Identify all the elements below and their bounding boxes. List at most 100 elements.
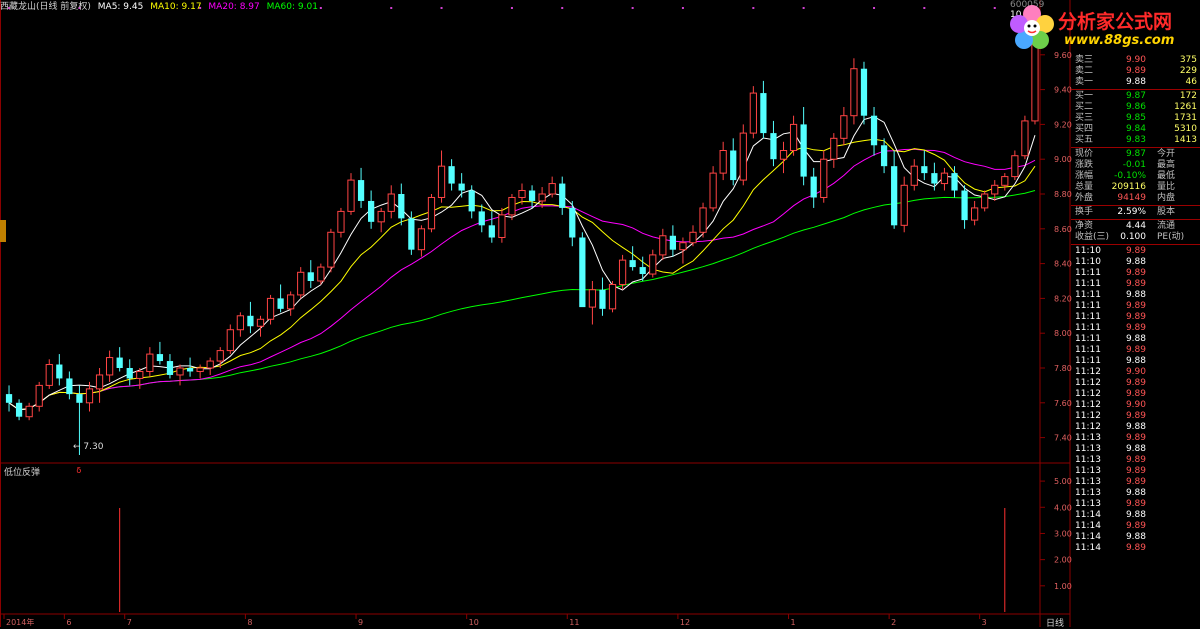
tick-row[interactable]: 11:10 9.88 [1071, 257, 1200, 268]
stat-value: 0.100 [1120, 232, 1146, 242]
bid-row[interactable]: 买五 9.83 1413 [1071, 135, 1200, 146]
tick-time: 11:13 [1075, 477, 1101, 487]
date-tick-label: 3 [982, 618, 987, 627]
logo-title: 分析家公式网 [1058, 11, 1173, 33]
kline-chart[interactable]: 9.609.409.209.008.808.608.408.208.007.80… [0, 0, 1200, 627]
candle-body-down [880, 145, 888, 167]
site-logo: 分析家公式网 www.88gs.com [1006, 2, 1198, 54]
tick-price: 9.89 [1125, 543, 1146, 553]
stat-label-2: 股本 [1157, 207, 1176, 217]
stat-row[interactable]: 收益(三) 0.100 PE(动) [1071, 232, 1200, 243]
candle-body-down [408, 218, 415, 250]
tick-price: 9.88 [1125, 532, 1146, 542]
tick-row[interactable]: 11:12 9.90 [1071, 367, 1200, 378]
stat-label: 总量 [1075, 182, 1094, 192]
tick-price: 9.88 [1125, 290, 1146, 300]
tick-row[interactable]: 11:13 9.89 [1071, 499, 1200, 510]
tick-price: 9.88 [1125, 422, 1146, 432]
date-tick-label: 12 [680, 618, 690, 627]
tick-row[interactable]: 11:11 9.89 [1071, 312, 1200, 323]
tick-price: 9.88 [1125, 257, 1146, 267]
candle-body-up [146, 353, 154, 372]
bid-price: 9.84 [1125, 124, 1146, 134]
tick-row[interactable]: 11:11 9.88 [1071, 290, 1200, 301]
tick-row[interactable]: 11:14 9.88 [1071, 532, 1200, 543]
ma20-label: MA20: 8.97 [208, 2, 260, 12]
bid-volume: 172 [1179, 91, 1197, 101]
tick-price: 9.89 [1125, 466, 1146, 476]
candle-body-down [156, 354, 164, 362]
stat-row[interactable]: 换手 2.59% 股本 [1071, 207, 1200, 218]
price-tick-label: 8.80 [1054, 190, 1072, 199]
tick-row[interactable]: 11:13 9.89 [1071, 477, 1200, 488]
tick-row[interactable]: 11:11 9.89 [1071, 301, 1200, 312]
candle-body-up [820, 158, 828, 198]
stock-title: 西藏龙山(日线 前复权) [0, 2, 91, 12]
tick-row[interactable]: 11:14 9.89 [1071, 521, 1200, 532]
sub-tick-label: 4.00 [1054, 503, 1072, 512]
candle-body-up [508, 196, 516, 216]
stat-row[interactable]: 外盘 94149 内盘 [1071, 193, 1200, 204]
tick-row[interactable]: 11:14 9.89 [1071, 543, 1200, 554]
candle-body-up [437, 165, 446, 198]
candle-body-up [226, 329, 234, 352]
ask-row[interactable]: 卖一 9.88 46 [1071, 77, 1200, 88]
period-label[interactable]: 日线 [1046, 616, 1064, 629]
left-scroll-handle[interactable] [0, 220, 6, 242]
price-tick-label: 9.20 [1054, 120, 1072, 129]
price-tick-label: 9.40 [1054, 86, 1072, 95]
tick-row[interactable]: 11:11 9.89 [1071, 323, 1200, 334]
tick-row[interactable]: 11:13 9.89 [1071, 433, 1200, 444]
stat-row[interactable]: 现价 9.87 今开 [1071, 149, 1200, 160]
candle-body-up [266, 297, 275, 320]
bid-row[interactable]: 买四 9.84 5310 [1071, 124, 1200, 135]
candle-body-up [789, 123, 798, 152]
tick-price: 9.89 [1125, 433, 1146, 443]
candle-body-down [599, 289, 606, 309]
candle-body-up [538, 193, 546, 202]
bid-row[interactable]: 买三 9.85 1731 [1071, 113, 1200, 124]
date-tick-label: 11 [569, 618, 579, 627]
tick-time: 11:14 [1075, 521, 1101, 531]
tick-row[interactable]: 11:12 9.90 [1071, 400, 1200, 411]
tick-row[interactable]: 11:13 9.88 [1071, 488, 1200, 499]
tick-price: 9.88 [1125, 334, 1146, 344]
bid-row[interactable]: 买二 9.86 1261 [1071, 102, 1200, 113]
stat-value: 209116 [1111, 182, 1146, 192]
tick-row[interactable]: 11:12 9.89 [1071, 378, 1200, 389]
tick-time: 11:13 [1075, 488, 1101, 498]
ask-row[interactable]: 卖三 9.90 375 [1071, 55, 1200, 66]
candle-body-up [709, 172, 717, 209]
tick-row[interactable]: 11:13 9.89 [1071, 455, 1200, 466]
tick-row[interactable]: 11:13 9.89 [1071, 466, 1200, 477]
stat-row[interactable]: 净资 4.44 流通 [1071, 221, 1200, 232]
tick-row[interactable]: 11:11 9.89 [1071, 279, 1200, 290]
tick-row[interactable]: 11:11 9.89 [1071, 268, 1200, 279]
bid-row[interactable]: 买一 9.87 172 [1071, 91, 1200, 102]
tick-row[interactable]: 11:11 9.88 [1071, 334, 1200, 345]
stat-label: 外盘 [1075, 193, 1094, 203]
stat-row[interactable]: 涨幅 -0.10% 最低 [1071, 171, 1200, 182]
candle-body-down [56, 364, 63, 379]
tick-row[interactable]: 11:12 9.89 [1071, 389, 1200, 400]
tick-row[interactable]: 11:11 9.88 [1071, 356, 1200, 367]
stat-row[interactable]: 总量 209116 量比 [1071, 182, 1200, 193]
panel-separator [1071, 147, 1200, 148]
candle-body-up [699, 207, 707, 233]
tick-row[interactable]: 11:13 9.88 [1071, 444, 1200, 455]
candle-body-up [1001, 176, 1009, 186]
ask-row[interactable]: 卖二 9.89 229 [1071, 66, 1200, 77]
tick-row[interactable]: 11:11 9.89 [1071, 345, 1200, 356]
stat-label-2: 量比 [1157, 182, 1176, 192]
tick-price: 9.89 [1125, 301, 1146, 311]
stat-row[interactable]: 涨跌 -0.01 最高 [1071, 160, 1200, 171]
tick-row[interactable]: 11:12 9.88 [1071, 422, 1200, 433]
candle-body-down [247, 315, 254, 327]
tick-row[interactable]: 11:14 9.88 [1071, 510, 1200, 521]
candle-body-up [297, 271, 305, 296]
tick-row[interactable]: 11:12 9.89 [1071, 411, 1200, 422]
bid-price: 9.83 [1125, 135, 1146, 145]
tick-row[interactable]: 11:10 9.89 [1071, 246, 1200, 257]
date-tick-label: 7 [127, 618, 132, 627]
candle-body-down [870, 115, 878, 146]
